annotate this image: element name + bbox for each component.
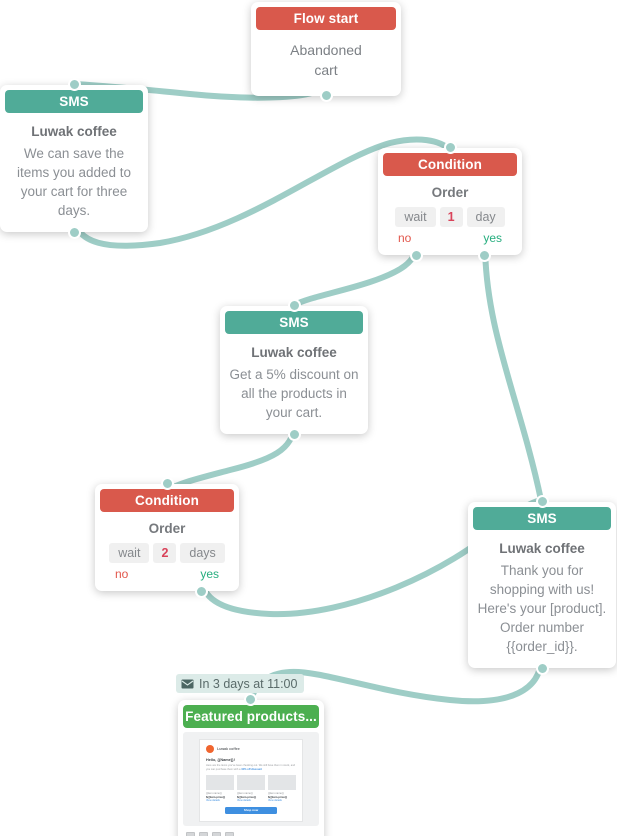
condition-1-branch-yes: yes xyxy=(483,231,502,245)
condition-1-input-port[interactable] xyxy=(444,141,457,154)
email-product-card[interactable]: {{item.name}} ${{item.price}} View detai… xyxy=(237,775,265,803)
condition-2-body: Order wait 2 days no yes xyxy=(95,512,239,591)
condition-1-unit-pill[interactable]: day xyxy=(466,207,505,227)
sms-2-body: Luwak coffee Get a 5% discount on all th… xyxy=(220,334,368,434)
node-flow-start[interactable]: Flow start Abandoned cart xyxy=(251,2,401,102)
sms-1-title: Luwak coffee xyxy=(31,124,117,139)
condition-2-label: Order xyxy=(148,521,186,536)
flow-start-output-port[interactable] xyxy=(320,89,333,102)
condition-1-branches: no yes xyxy=(386,231,514,245)
brand-logo-icon xyxy=(206,745,214,753)
edit-icon[interactable] xyxy=(199,831,208,836)
condition-2-branch-yes: yes xyxy=(200,567,219,581)
condition-1-pills: wait 1 day xyxy=(386,207,514,227)
sms-2-header: SMS xyxy=(225,311,363,334)
email-cta-button[interactable]: Shop now xyxy=(225,806,277,814)
sms-1-input-port[interactable] xyxy=(68,78,81,91)
flow-start-header: Flow start xyxy=(256,7,396,30)
sms-2-text: Get a 5% discount on all the products in… xyxy=(229,367,359,420)
flow-start-text-line2: cart xyxy=(314,62,338,78)
condition-2-wait-pill[interactable]: wait xyxy=(109,543,150,563)
node-condition-2[interactable]: Condition Order wait 2 days no yes xyxy=(95,477,239,598)
condition-1-branch-no: no xyxy=(398,231,412,245)
sms-3-text: Thank you for shopping with us! Here's y… xyxy=(477,563,607,654)
schedule-badge[interactable]: In 3 days at 11:00 xyxy=(176,674,305,693)
email-sheet: Luwak coffee Hello, {{Name}}! Here are t… xyxy=(199,739,303,822)
condition-2-header: Condition xyxy=(100,489,234,512)
condition-1-label: Order xyxy=(431,185,469,200)
sms-1-text: We can save the items you added to your … xyxy=(16,146,132,218)
edge-condition1-yes-to-sms3 xyxy=(482,240,544,503)
flow-start-text-line1: Abandoned xyxy=(290,42,362,58)
email-product-card[interactable]: {{item.name}} ${{item.price}} View detai… xyxy=(206,775,234,803)
product-thumbnail xyxy=(237,775,265,791)
email-product-card[interactable]: {{item.name}} ${{item.price}} View detai… xyxy=(268,775,296,803)
product-details-link[interactable]: View details xyxy=(237,799,265,803)
envelope-icon xyxy=(181,679,194,688)
email-brand-row: Luwak coffee xyxy=(206,745,296,753)
email-preview[interactable]: Luwak coffee Hello, {{Name}}! Here are t… xyxy=(183,732,319,826)
sms-2-title: Luwak coffee xyxy=(251,345,337,360)
condition-1-header: Condition xyxy=(383,153,517,176)
email-brand-name: Luwak coffee xyxy=(217,747,240,751)
condition-1-no-port[interactable] xyxy=(410,249,423,262)
node-condition-1[interactable]: Condition Order wait 1 day no yes xyxy=(378,141,522,262)
node-email[interactable]: Featured products... Luwak coffee Hello,… xyxy=(178,693,324,836)
flow-canvas[interactable]: Flow start Abandoned cart SMS Luwak coff… xyxy=(0,0,617,836)
edge-sms2-to-condition2 xyxy=(164,421,297,494)
condition-1-number-pill[interactable]: 1 xyxy=(439,207,463,227)
duplicate-icon[interactable] xyxy=(186,831,195,836)
condition-2-input-port[interactable] xyxy=(161,477,174,490)
node-sms-3[interactable]: SMS Luwak coffee Thank you for shopping … xyxy=(468,495,616,675)
sms-3-title: Luwak coffee xyxy=(499,541,585,556)
schedule-badge-text: In 3 days at 11:00 xyxy=(199,676,298,691)
email-body-text: Here are the items you've been checking … xyxy=(206,764,296,771)
condition-2-branch-no: no xyxy=(115,567,129,581)
product-details-link[interactable]: View details xyxy=(268,799,296,803)
sms-3-input-port[interactable] xyxy=(536,495,549,508)
preview-icon[interactable] xyxy=(212,831,221,836)
sms-3-output-port[interactable] xyxy=(536,662,549,675)
product-details-link[interactable]: View details xyxy=(206,799,234,803)
condition-1-yes-port[interactable] xyxy=(478,249,491,262)
condition-2-number-pill[interactable]: 2 xyxy=(153,543,177,563)
email-product-grid: {{item.name}} ${{item.price}} View detai… xyxy=(206,775,296,803)
sms-3-header: SMS xyxy=(473,507,611,530)
email-input-port[interactable] xyxy=(244,693,257,706)
condition-2-yes-port[interactable] xyxy=(195,585,208,598)
sms-1-output-port[interactable] xyxy=(68,226,81,239)
flow-start-body: Abandoned cart xyxy=(251,30,401,96)
product-thumbnail xyxy=(268,775,296,791)
condition-2-branches: no yes xyxy=(103,567,231,581)
sms-3-body: Luwak coffee Thank you for shopping with… xyxy=(468,530,616,668)
email-greeting: Hello, {{Name}}! xyxy=(206,758,235,762)
condition-1-body: Order wait 1 day no yes xyxy=(378,176,522,255)
email-body-link[interactable]: 10% off discount xyxy=(241,768,262,771)
product-thumbnail xyxy=(206,775,234,791)
sms-2-input-port[interactable] xyxy=(288,299,301,312)
delete-icon[interactable] xyxy=(225,831,234,836)
sms-1-header: SMS xyxy=(5,90,143,113)
condition-2-unit-pill[interactable]: days xyxy=(180,543,225,563)
email-toolbar[interactable] xyxy=(178,826,324,836)
condition-2-pills: wait 2 days xyxy=(103,543,231,563)
email-header: Featured products... xyxy=(183,705,319,728)
condition-1-wait-pill[interactable]: wait xyxy=(395,207,436,227)
node-sms-2[interactable]: SMS Luwak coffee Get a 5% discount on al… xyxy=(220,299,368,441)
node-sms-1[interactable]: SMS Luwak coffee We can save the items y… xyxy=(0,78,148,239)
sms-1-body: Luwak coffee We can save the items you a… xyxy=(0,113,148,232)
sms-2-output-port[interactable] xyxy=(288,428,301,441)
